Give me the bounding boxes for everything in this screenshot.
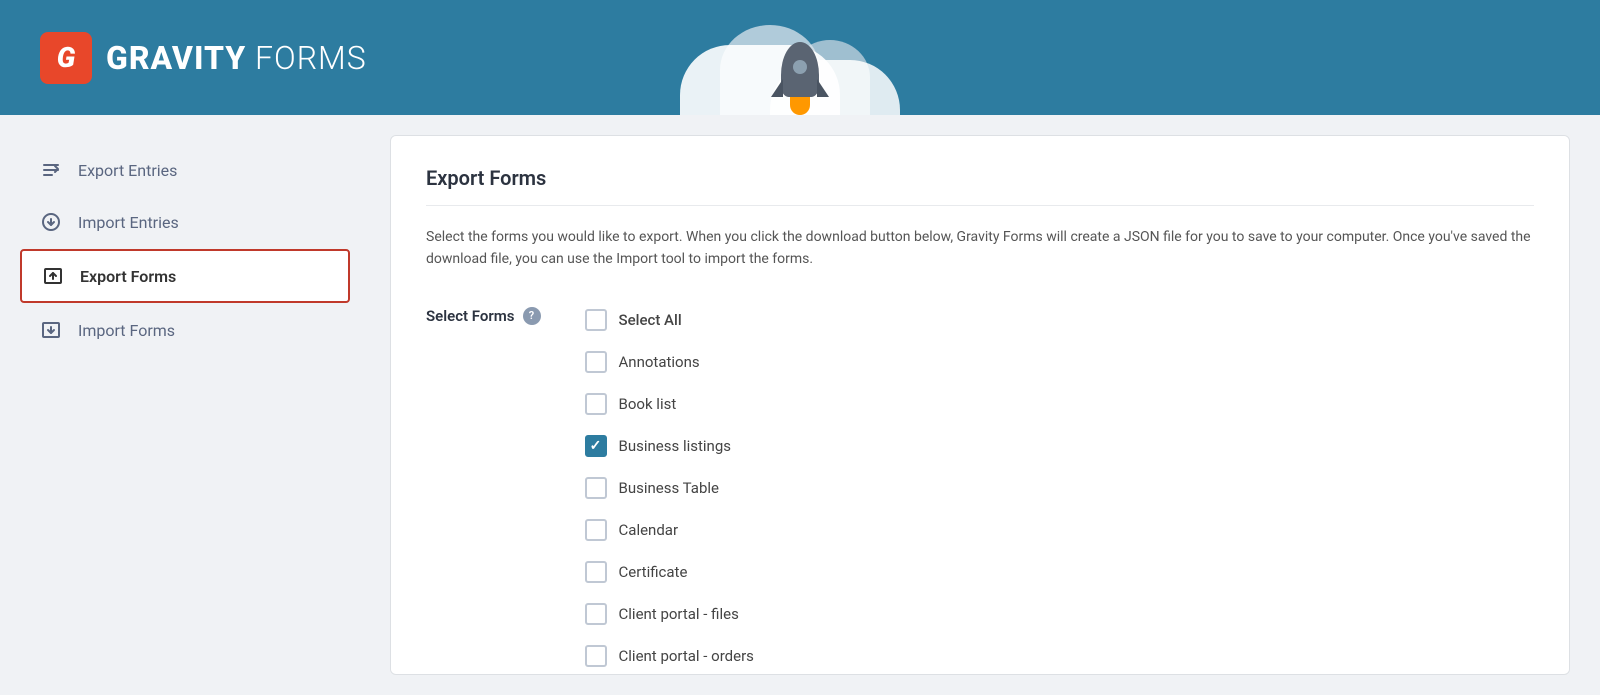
- form-item-business-table: Business Table: [581, 469, 1534, 507]
- help-icon[interactable]: ?: [523, 307, 541, 325]
- form-label-business-listings[interactable]: Business listings: [619, 437, 732, 455]
- sidebar-item-export-forms[interactable]: Export Forms: [20, 249, 350, 303]
- form-label-business-table[interactable]: Business Table: [619, 479, 719, 497]
- header: G GRAVITY FORMS: [0, 0, 1600, 115]
- select-forms-label: Select Forms ?: [426, 301, 541, 325]
- form-label-client-portal-files[interactable]: Client portal - files: [619, 605, 739, 623]
- checkbox-client-portal-files[interactable]: [585, 603, 607, 625]
- sidebar-item-import-forms[interactable]: Import Forms: [20, 305, 350, 355]
- checkbox-select-all[interactable]: [585, 309, 607, 331]
- form-item-calendar: Calendar: [581, 511, 1534, 549]
- export-forms-icon: [42, 265, 64, 287]
- page-title: Export Forms: [426, 166, 1534, 206]
- select-forms-section: Select Forms ? Select All Annotations Book…: [426, 301, 1534, 675]
- sidebar-item-import-entries[interactable]: Import Entries: [20, 197, 350, 247]
- content-card: Export Forms Select the forms you would …: [390, 135, 1570, 675]
- rocket-flame: [790, 95, 810, 115]
- sidebar: Export Entries Import Entries: [0, 115, 370, 695]
- checkbox-calendar[interactable]: [585, 519, 607, 541]
- form-item-select-all: Select All: [581, 301, 1534, 339]
- rocket-window: [793, 60, 807, 74]
- checkbox-business-table[interactable]: [585, 477, 607, 499]
- sidebar-item-export-entries[interactable]: Export Entries: [20, 145, 350, 195]
- sidebar-label-import-forms: Import Forms: [78, 321, 175, 340]
- form-item-annotations: Annotations: [581, 343, 1534, 381]
- forms-list: Select All Annotations Book list Business l…: [581, 301, 1534, 675]
- sidebar-label-export-entries: Export Entries: [78, 161, 177, 180]
- form-label-annotations[interactable]: Annotations: [619, 353, 700, 371]
- main-container: Export Entries Import Entries: [0, 115, 1600, 695]
- logo: G GRAVITY FORMS: [40, 32, 367, 84]
- form-item-book-list: Book list: [581, 385, 1534, 423]
- form-item-client-portal-files: Client portal - files: [581, 595, 1534, 633]
- rocket-body: [781, 42, 819, 97]
- sidebar-label-export-forms: Export Forms: [80, 267, 176, 286]
- export-entries-icon: [40, 159, 62, 181]
- rocket-fin-left: [771, 79, 783, 97]
- checkbox-client-portal-orders[interactable]: [585, 645, 607, 667]
- rocket-fin-right: [817, 79, 829, 97]
- import-forms-icon: [40, 319, 62, 341]
- import-entries-icon: [40, 211, 62, 233]
- logo-icon: G: [40, 32, 92, 84]
- checkbox-book-list[interactable]: [585, 393, 607, 415]
- form-item-client-portal-orders: Client portal - orders: [581, 637, 1534, 675]
- content-area: Export Forms Select the forms you would …: [370, 115, 1600, 695]
- form-label-certificate[interactable]: Certificate: [619, 563, 688, 581]
- logo-text: GRAVITY FORMS: [106, 39, 367, 77]
- sidebar-label-import-entries: Import Entries: [78, 213, 179, 232]
- form-label-calendar[interactable]: Calendar: [619, 521, 679, 539]
- checkbox-annotations[interactable]: [585, 351, 607, 373]
- form-label-client-portal-orders[interactable]: Client portal - orders: [619, 647, 754, 665]
- checkbox-certificate[interactable]: [585, 561, 607, 583]
- checkbox-business-listings[interactable]: [585, 435, 607, 457]
- form-item-certificate: Certificate: [581, 553, 1534, 591]
- form-item-business-listings: Business listings: [581, 427, 1534, 465]
- form-label-select-all[interactable]: Select All: [619, 311, 682, 329]
- rocket-decoration: [781, 42, 819, 115]
- form-label-book-list[interactable]: Book list: [619, 395, 677, 413]
- description-text: Select the forms you would like to expor…: [426, 226, 1534, 271]
